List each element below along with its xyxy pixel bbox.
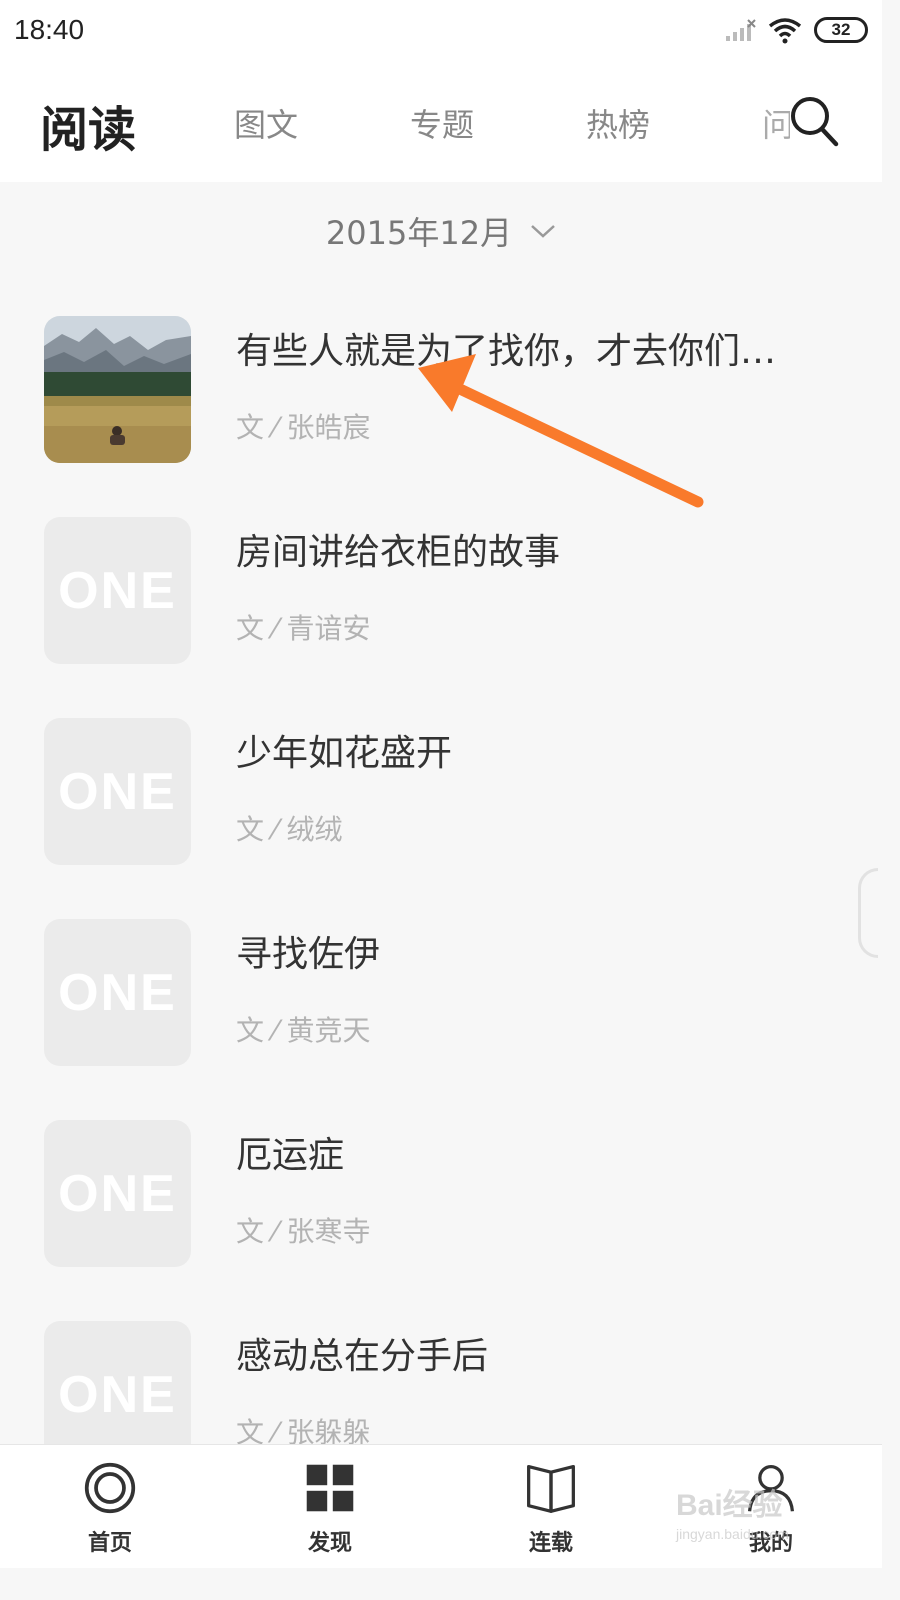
article-title: 少年如花盛开: [236, 733, 453, 774]
article-title: 感动总在分手后: [236, 1336, 489, 1377]
tab-hot-list[interactable]: 热榜: [586, 100, 650, 146]
list-item[interactable]: ONE 少年如花盛开 文 ⁄ 绒绒: [0, 718, 882, 918]
signal-icon: [726, 19, 756, 41]
article-thumbnail-placeholder: ONE: [44, 517, 191, 664]
article-author: 文 ⁄ 青谙安: [236, 612, 371, 645]
nav-home[interactable]: 首页: [55, 1461, 165, 1557]
scroll-handle[interactable]: [858, 868, 878, 958]
article-thumbnail-placeholder: ONE: [44, 919, 191, 1066]
article-author: 文 ⁄ 张皓宸: [236, 411, 371, 444]
home-circle-icon: [84, 1462, 136, 1514]
grid-icon: [306, 1464, 354, 1512]
article-author: 文 ⁄ 绒绒: [236, 813, 343, 846]
wifi-icon: [768, 18, 802, 44]
search-icon[interactable]: [788, 92, 840, 148]
one-logo: ONE: [58, 762, 177, 821]
battery-indicator: 32: [814, 17, 868, 43]
nav-label: 我的: [748, 1531, 793, 1556]
month-label: 2015年12月: [325, 214, 513, 252]
article-title: 有些人就是为了找你，才去你们…: [236, 331, 777, 372]
page-title: 阅读: [40, 102, 137, 158]
article-title: 房间讲给衣柜的故事: [236, 532, 561, 573]
month-selector[interactable]: 2015年12月: [0, 196, 882, 266]
article-thumbnail-photo: [44, 316, 191, 463]
article-title: 厄运症: [236, 1135, 345, 1176]
nav-label: 首页: [87, 1531, 132, 1556]
article-author: 文 ⁄ 黄竞天: [236, 1014, 371, 1047]
article-thumbnail-placeholder: ONE: [44, 718, 191, 865]
article-title: 寻找佐伊: [236, 934, 381, 975]
header: 阅读 图文 专题 热榜 问: [0, 62, 882, 182]
nav-profile[interactable]: 我的: [716, 1461, 826, 1557]
nav-discover[interactable]: 发现: [275, 1461, 385, 1557]
one-logo: ONE: [58, 1164, 177, 1223]
status-icons: 32: [724, 14, 868, 46]
list-item[interactable]: ONE 厄运症 文 ⁄ 张寒寺: [0, 1120, 882, 1320]
list-item[interactable]: ONE 房间讲给衣柜的故事 文 ⁄ 青谙安: [0, 517, 882, 717]
battery-level: 32: [831, 20, 851, 39]
status-bar: 18:40 32: [0, 0, 882, 62]
tab-topics[interactable]: 专题: [410, 100, 474, 146]
one-logo: ONE: [58, 1365, 177, 1424]
article-author: 文 ⁄ 张寒寺: [236, 1215, 371, 1248]
nav-serial[interactable]: 连载: [496, 1461, 606, 1557]
tab-graphic[interactable]: 图文: [234, 100, 298, 146]
list-item[interactable]: ONE 寻找佐伊 文 ⁄ 黄竞天: [0, 919, 882, 1119]
article-thumbnail-placeholder: ONE: [44, 1120, 191, 1267]
nav-label: 连载: [528, 1531, 573, 1556]
one-logo: ONE: [58, 963, 177, 1022]
user-icon: [747, 1464, 795, 1512]
nav-label: 发现: [307, 1531, 352, 1556]
book-icon: [527, 1464, 575, 1513]
status-time: 18:40: [14, 14, 85, 45]
chevron-down-icon: [531, 225, 555, 238]
landscape-photo: [44, 316, 191, 463]
bottom-nav: 首页 发现 连载 我的: [0, 1444, 882, 1568]
tab-questions[interactable]: 问: [762, 100, 790, 146]
list-item[interactable]: 有些人就是为了找你，才去你们… 文 ⁄ 张皓宸: [0, 316, 882, 516]
one-logo: ONE: [58, 561, 177, 620]
